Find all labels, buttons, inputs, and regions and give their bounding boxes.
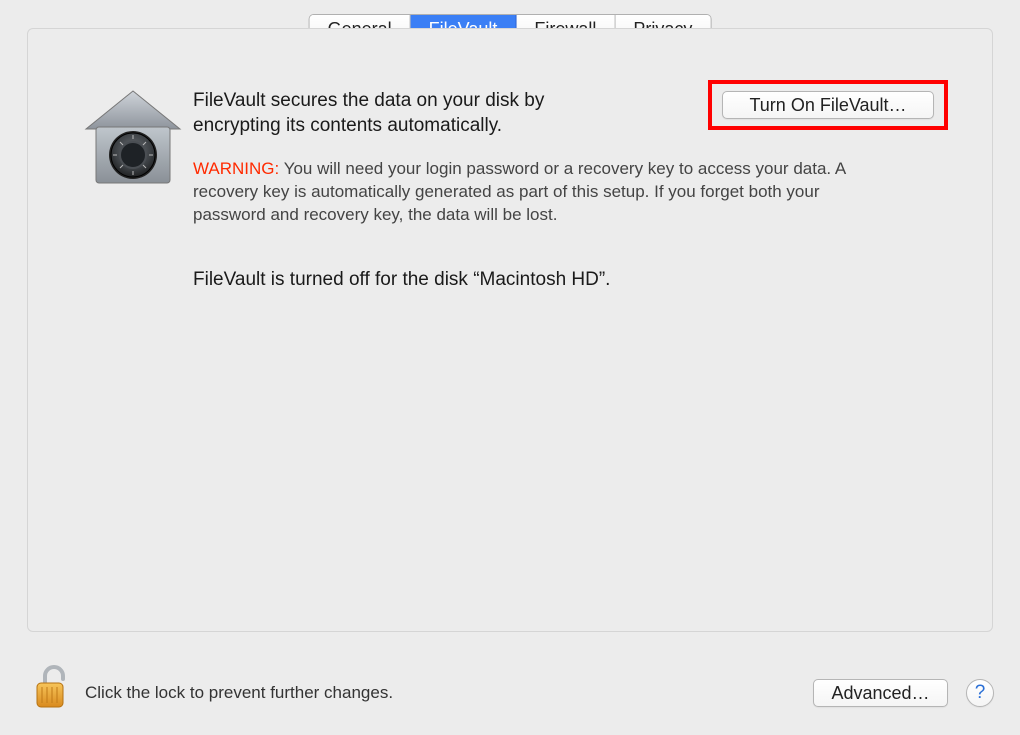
turn-on-filevault-button[interactable]: Turn On FileVault… bbox=[722, 91, 934, 119]
security-preferences-window: General FileVault Firewall Privacy bbox=[0, 0, 1020, 735]
filevault-house-icon bbox=[78, 89, 188, 189]
lock-help-text: Click the lock to prevent further change… bbox=[85, 683, 393, 703]
warning-label: WARNING: bbox=[193, 159, 279, 178]
warning-text: You will need your login password or a r… bbox=[193, 159, 845, 224]
filevault-warning: WARNING: You will need your login passwo… bbox=[193, 158, 893, 227]
preferences-footer: Click the lock to prevent further change… bbox=[0, 665, 1020, 735]
filevault-description: FileVault secures the data on your disk … bbox=[193, 89, 633, 138]
lock-toggle[interactable] bbox=[27, 665, 75, 713]
help-button[interactable]: ? bbox=[966, 679, 994, 707]
filevault-text-block: FileVault secures the data on your disk … bbox=[193, 89, 973, 291]
filevault-status: FileVault is turned off for the disk “Ma… bbox=[193, 269, 973, 291]
advanced-button[interactable]: Advanced… bbox=[813, 679, 948, 707]
unlocked-padlock-icon bbox=[31, 663, 71, 716]
filevault-content-pane: FileVault secures the data on your disk … bbox=[27, 28, 993, 632]
